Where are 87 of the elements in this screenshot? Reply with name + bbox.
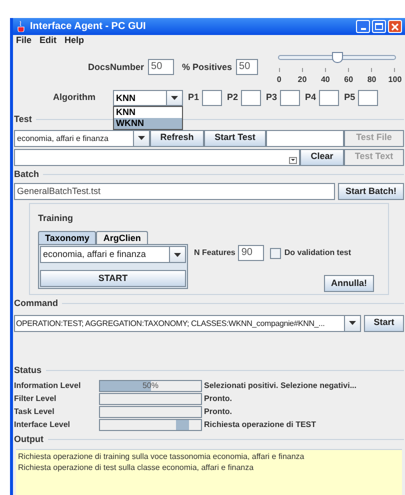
status-label: Task Level bbox=[14, 406, 56, 418]
input-field[interactable]: 90 bbox=[238, 245, 264, 261]
status-message: Pronto. bbox=[204, 392, 232, 404]
category-dropdown[interactable]: economia, affari e finanza bbox=[14, 130, 150, 146]
input-field[interactable] bbox=[241, 90, 262, 106]
checkbox-label: Do validation test bbox=[284, 247, 352, 259]
start-batch-button[interactable]: Start Batch! bbox=[338, 183, 404, 200]
dropdown-button[interactable] bbox=[166, 91, 182, 105]
tick-mark bbox=[394, 68, 396, 72]
command-dropdown[interactable]: OPERATION:TEST; AGGREGATION:TAXONOMY; CLASSES:WKNN_compagnie#KNN_... bbox=[14, 314, 361, 332]
input-field[interactable]: 50 bbox=[236, 59, 258, 75]
coffee-cup-icon bbox=[17, 21, 26, 32]
output-line: Richiesta operazione di test sulla classe economia, affari e finanza bbox=[18, 462, 255, 472]
test-button[interactable]: Start Test bbox=[204, 130, 266, 146]
section-title: Batch bbox=[14, 168, 40, 180]
tick-mark bbox=[278, 68, 280, 72]
slider-track[interactable] bbox=[278, 55, 396, 60]
section-title: Training bbox=[38, 213, 74, 223]
dropdown-option[interactable]: WKNN bbox=[114, 118, 182, 129]
status-message: Selezionati positivi. Selezione negativi... bbox=[204, 380, 356, 392]
dropdown-button[interactable] bbox=[289, 156, 297, 164]
input-field[interactable] bbox=[319, 90, 340, 106]
slider-thumb[interactable] bbox=[332, 52, 344, 63]
status-label: Information Level bbox=[14, 380, 82, 392]
status-message: Richiesta operazione di TEST bbox=[204, 418, 316, 430]
caret-icon bbox=[291, 159, 295, 161]
status-message: Pronto. bbox=[204, 406, 232, 418]
tick-label: 100 bbox=[388, 74, 402, 86]
tick-label: 20 bbox=[298, 74, 307, 86]
input-field[interactable] bbox=[266, 130, 344, 146]
dropdown-value: economia, affari e finanza bbox=[16, 132, 110, 144]
field-label: P4 bbox=[305, 91, 316, 104]
input-field[interactable] bbox=[280, 90, 300, 106]
clear-button[interactable]: Clear bbox=[300, 148, 344, 166]
section-title: Command bbox=[14, 297, 58, 310]
tick-label: 80 bbox=[367, 74, 376, 86]
dropdown-button[interactable] bbox=[344, 316, 360, 330]
tab[interactable]: Taxonomy bbox=[38, 231, 96, 244]
field-label: Algorithm bbox=[53, 91, 96, 104]
menu-item[interactable]: Edit bbox=[40, 34, 57, 48]
close-button[interactable] bbox=[388, 20, 402, 33]
input-field[interactable]: 50 bbox=[148, 59, 174, 75]
dropdown-value: economia, affari e finanza bbox=[42, 248, 147, 261]
menu-item[interactable]: File bbox=[16, 34, 32, 48]
section-title: Output bbox=[14, 433, 44, 446]
start-training-button[interactable]: START bbox=[40, 270, 186, 287]
minimize-button[interactable] bbox=[356, 20, 370, 33]
field-label: P3 bbox=[266, 91, 278, 104]
status-label: Interface Level bbox=[14, 418, 72, 430]
section-title: Status bbox=[14, 364, 42, 376]
dropdown-button[interactable] bbox=[169, 247, 185, 262]
field-label: P5 bbox=[344, 91, 356, 104]
tick-mark bbox=[371, 68, 372, 72]
cancel-button[interactable]: Annulla! bbox=[324, 275, 374, 292]
field-label: N Features bbox=[194, 247, 236, 259]
caret-icon bbox=[171, 96, 178, 100]
output-line: Richiesta operazione di training sulla voce tassonomia economia, affari e finanza bbox=[18, 450, 306, 462]
section-title: Test bbox=[14, 113, 32, 126]
tick-mark bbox=[302, 68, 303, 72]
caret-icon bbox=[349, 321, 356, 325]
dropdown-button[interactable] bbox=[133, 130, 149, 146]
checkbox[interactable] bbox=[270, 248, 282, 258]
start-command-button[interactable]: Start bbox=[364, 314, 404, 332]
taxonomy-dropdown[interactable]: economia, affari e finanza bbox=[40, 246, 186, 263]
caret-icon bbox=[138, 136, 145, 140]
test-button[interactable]: Refresh bbox=[150, 130, 204, 146]
tick-label: 40 bbox=[320, 74, 330, 86]
caret-icon bbox=[174, 252, 181, 256]
tab[interactable]: ArgClien bbox=[96, 231, 148, 244]
field-label: P2 bbox=[227, 91, 238, 104]
tick-label: 60 bbox=[344, 74, 354, 86]
status-label: Filter Level bbox=[14, 392, 58, 404]
batch-file-field[interactable]: GeneralBatchTest.tst bbox=[14, 183, 335, 200]
tick-mark bbox=[348, 68, 350, 72]
window-title: Interface Agent - PC GUI bbox=[30, 20, 147, 34]
close-icon bbox=[391, 22, 399, 30]
field-label: % Positives bbox=[182, 61, 232, 74]
input-field[interactable] bbox=[358, 90, 378, 106]
menu-item[interactable]: Help bbox=[64, 34, 84, 48]
input-field[interactable] bbox=[202, 90, 222, 106]
field-label: DocsNumber bbox=[88, 61, 144, 74]
tick-label: 0 bbox=[276, 74, 282, 86]
maximize-button[interactable] bbox=[372, 20, 386, 33]
dropdown-value: KNN bbox=[115, 92, 136, 105]
field-label: P1 bbox=[188, 91, 200, 104]
tick-mark bbox=[324, 68, 326, 72]
dropdown-value: OPERATION:TEST; AGGREGATION:TAXONOMY; CLASSES:WKNN_compagnie#KNN_... bbox=[15, 318, 326, 330]
